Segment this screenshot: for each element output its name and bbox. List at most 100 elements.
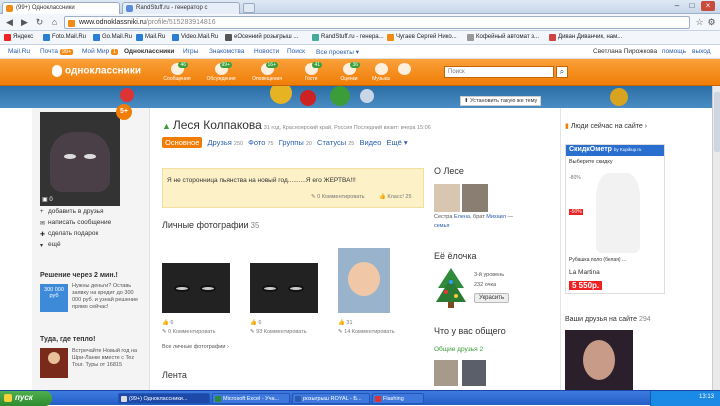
sister-link[interactable]: Елена <box>454 214 470 220</box>
all-photos-link[interactable]: Все личные фотографии › <box>162 344 229 350</box>
mail-link[interactable]: Почта 99+ <box>40 48 74 55</box>
reload-icon[interactable]: ↻ <box>34 17 45 28</box>
friend-online-avatar[interactable] <box>565 330 633 390</box>
start-button[interactable]: пуск <box>0 391 52 406</box>
bookmark-item[interactable]: RandStuff.ru - генера... <box>312 34 384 41</box>
brother-avatar[interactable] <box>462 184 488 212</box>
bookmark-item[interactable]: Кофейный автомат з... <box>467 34 539 41</box>
photo-thumb-1[interactable] <box>162 263 230 313</box>
tab-friends[interactable]: Друзья 250 <box>207 138 243 147</box>
discussions-button[interactable]: Обсуждения 99+ <box>202 62 240 82</box>
photos-title: Личные фотографии <box>162 220 249 230</box>
status-comment-link[interactable]: ✎ 0 Комментировать <box>311 194 365 200</box>
photo-1-likes[interactable]: 👍 6 <box>162 320 173 326</box>
bookmark-item[interactable]: Go.Mail.Ru <box>93 34 132 41</box>
exit-link[interactable]: выход <box>692 48 711 55</box>
ad2-title[interactable]: Туда, где тепло! <box>40 336 145 343</box>
clock[interactable]: 13:13 <box>699 394 714 400</box>
status-like-button[interactable]: 👍 Класс! 25 <box>379 194 412 200</box>
photo-2-likes[interactable]: 👍 6 <box>250 320 261 326</box>
minimize-icon[interactable]: – <box>670 1 684 11</box>
family-link[interactable]: семья <box>434 223 449 229</box>
browser-icon <box>121 396 127 402</box>
gift-button[interactable]: ✚ сделать подарок <box>40 230 140 241</box>
tab-statuses[interactable]: Статусы 25 <box>317 138 354 147</box>
online-people-link[interactable]: ▮ Люди сейчас на сайте › <box>565 122 647 130</box>
photo-1-comments[interactable]: ✎ 0 Комментировать <box>162 329 216 335</box>
new-tab-button[interactable] <box>243 3 255 13</box>
maximize-icon[interactable]: □ <box>685 1 699 11</box>
moymir-link[interactable]: Мой Мир 1 <box>82 48 119 55</box>
tab-odnoklassniki[interactable]: (99+) Одноклассники <box>2 2 120 14</box>
ad1-title[interactable]: Решение через 2 мин.! <box>40 272 145 279</box>
home-icon[interactable]: ⌂ <box>49 17 60 28</box>
ad1-text[interactable]: Нужны деньги? Оставь заявку на кредит до… <box>72 283 144 311</box>
tab-more[interactable]: Ещё ▾ <box>386 138 407 147</box>
taskbar-item-excel[interactable]: Microsoft Excel - Уча... <box>212 393 290 404</box>
ad2-text[interactable]: Встречайте Новый год на Шри-Ланке вместе… <box>72 348 144 369</box>
forward-icon[interactable]: ▶ <box>19 17 30 28</box>
search-link[interactable]: Поиск <box>287 48 305 55</box>
bookmark-item[interactable]: Mail.Ru <box>136 34 165 41</box>
bookmark-item[interactable]: eОсенний розыгрыш ... <box>225 34 298 41</box>
tab-main[interactable]: Основное <box>162 137 203 148</box>
video-button[interactable] <box>385 63 423 76</box>
more-actions-button[interactable]: ▾ ещё <box>40 241 140 252</box>
search-input[interactable]: Поиск <box>444 66 554 78</box>
ad2-image[interactable] <box>40 348 68 378</box>
star-icon[interactable]: ☆ <box>694 17 705 28</box>
ad1-image[interactable]: 300 000 руб <box>40 284 68 312</box>
decorate-button[interactable]: Украсить <box>474 293 510 303</box>
friends-online-title[interactable]: Ваши друзья на сайте 294 <box>565 316 651 323</box>
odnoklassniki-link[interactable]: Одноклассники <box>124 48 174 55</box>
bookmark-item[interactable]: Video.Mail.Ru <box>172 34 218 41</box>
photo-3-comments[interactable]: ✎ 14 Комментировать <box>338 329 395 335</box>
write-message-button[interactable]: ✉ написать сообщение <box>40 219 140 230</box>
common-friends-link[interactable]: Общие друзья 2 <box>434 346 483 353</box>
page-scrollbar[interactable] <box>712 86 720 390</box>
brother-link[interactable]: Михаил <box>486 214 506 220</box>
bookmark-item[interactable]: Диван Диванчик, нам... <box>549 34 622 41</box>
photo-2-comments[interactable]: ✎ 93 Комментировать <box>250 329 307 335</box>
games-link[interactable]: Игры <box>183 48 198 55</box>
common-friend-avatar[interactable] <box>462 360 486 386</box>
bookmark-item[interactable]: Чугаев Сергей Нико... <box>387 34 457 41</box>
bookmark-item[interactable]: Яндекс <box>4 34 33 41</box>
taskbar-item-browser[interactable]: (99+) Одноклассники... <box>118 393 210 404</box>
back-icon[interactable]: ◀ <box>4 17 15 28</box>
notifications-button[interactable]: Оповещения 16+ <box>248 62 286 82</box>
url-field[interactable]: www.odnoklassniki.ru/profile/51528391481… <box>64 16 690 29</box>
bookmark-item[interactable]: Foto.Mail.Ru <box>43 34 86 41</box>
close-icon[interactable]: × <box>701 1 715 11</box>
ok-logo[interactable]: одноклассники <box>52 65 141 77</box>
wrench-icon[interactable]: ⚙ <box>706 17 717 28</box>
tab-photos[interactable]: Фото 75 <box>248 138 273 147</box>
scrollbar-thumb[interactable] <box>714 92 720 152</box>
taskbar-item-word[interactable]: розыгрыш ROYAL - Б... <box>292 393 370 404</box>
avatar[interactable]: ▣ 0 <box>40 112 120 206</box>
mailru-link[interactable]: Mail.Ru <box>8 48 30 55</box>
news-link[interactable]: Новости <box>254 48 279 55</box>
tab-groups[interactable]: Группы 20 <box>279 138 312 147</box>
photo-3-likes[interactable]: 👍 31 <box>338 320 353 326</box>
add-friend-button[interactable]: + добавить в друзья <box>40 208 140 219</box>
common-friend-avatar[interactable] <box>434 360 458 386</box>
christmas-tree-icon[interactable] <box>434 266 468 310</box>
taskbar-item-flashing[interactable]: Flashing <box>372 393 424 404</box>
ornament-icon <box>610 88 628 106</box>
tab-video[interactable]: Видео <box>359 138 381 147</box>
sister-avatar[interactable] <box>434 184 460 212</box>
skidkometr-ad[interactable]: СкидкОметр by Kupikup.ru Выберите скидку… <box>565 144 665 294</box>
user-name[interactable]: Светлана Пирожкова <box>593 48 657 55</box>
dating-link[interactable]: Знакомства <box>209 48 244 55</box>
ad-choose: Выберите скидку <box>569 159 613 165</box>
install-theme-link[interactable]: ⬆ Установить такую же тему <box>460 96 542 106</box>
all-projects-link[interactable]: Все проекты ▾ <box>316 48 359 56</box>
guests-button[interactable]: Гости 41 <box>292 62 330 82</box>
photo-thumb-2[interactable] <box>250 263 318 313</box>
messages-button[interactable]: Сообщения 46 <box>158 62 196 82</box>
search-icon[interactable]: ⌕ <box>556 66 568 78</box>
photo-thumb-3[interactable] <box>338 248 390 313</box>
help-link[interactable]: помощь <box>662 48 686 55</box>
tab-randstuff[interactable]: RandStuff.ru - генератор с <box>122 2 240 14</box>
